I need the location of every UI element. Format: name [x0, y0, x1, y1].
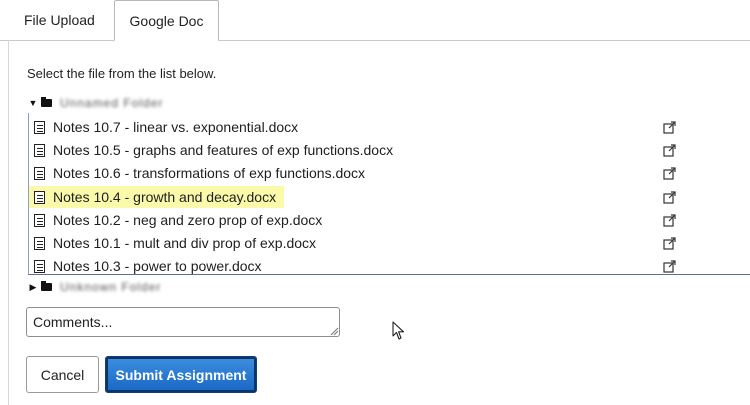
list-item[interactable]: Notes 10.2 - neg and zero prop of exp.do… [34, 209, 322, 231]
tab-bar: File Upload Google Doc [0, 0, 750, 41]
list-item-selected[interactable]: Notes 10.4 - growth and decay.docx [29, 186, 285, 208]
folder-name: Unknown Folder [60, 280, 162, 294]
caret-right-icon[interactable]: ▶ [28, 282, 38, 293]
external-link-icon[interactable] [663, 144, 677, 158]
instruction-text: Select the file from the list below. [27, 66, 217, 81]
document-icon [34, 236, 45, 250]
document-icon [34, 213, 45, 227]
file-name: Notes 10.1 - mult and div prop of exp.do… [53, 235, 317, 251]
caret-down-icon[interactable]: ▼ [28, 98, 38, 108]
document-icon [34, 120, 45, 134]
external-link-icon[interactable] [663, 167, 677, 181]
tab-file-upload[interactable]: File Upload [10, 0, 109, 40]
resize-grip-icon[interactable] [330, 327, 339, 336]
comments-field[interactable] [26, 307, 340, 337]
external-link-icon[interactable] [663, 121, 677, 135]
folder-icon [41, 281, 52, 291]
file-name: Notes 10.6 - transformations of exp func… [53, 165, 366, 181]
list-item[interactable]: Notes 10.3 - power to power.docx [34, 255, 262, 277]
tab-google-doc[interactable]: Google Doc [114, 0, 219, 41]
panel-border [8, 40, 9, 405]
document-icon [34, 259, 45, 273]
document-icon [34, 166, 45, 180]
folder-row-expanded[interactable]: ▼ Unnamed Folder [28, 95, 163, 111]
external-link-icon[interactable] [663, 191, 677, 205]
external-link-icon[interactable] [663, 214, 677, 228]
mouse-cursor-icon [392, 321, 405, 340]
external-link-icon[interactable] [663, 260, 677, 274]
file-name: Notes 10.2 - neg and zero prop of exp.do… [53, 212, 323, 228]
folder-icon [41, 97, 52, 107]
list-item[interactable]: Notes 10.6 - transformations of exp func… [34, 162, 365, 184]
document-icon [34, 143, 45, 157]
file-name: Notes 10.5 - graphs and features of exp … [53, 142, 394, 158]
file-name: Notes 10.4 - growth and decay.docx [53, 189, 277, 205]
submit-assignment-button[interactable]: Submit Assignment [105, 356, 257, 393]
file-name: Notes 10.3 - power to power.docx [53, 258, 262, 274]
external-link-icon[interactable] [663, 237, 677, 251]
file-name: Notes 10.7 - linear vs. exponential.docx [53, 119, 299, 135]
cancel-button[interactable]: Cancel [26, 356, 99, 393]
folder-row-collapsed[interactable]: ▶ Unknown Folder [28, 279, 161, 295]
document-icon [34, 190, 45, 204]
list-item[interactable]: Notes 10.7 - linear vs. exponential.docx [34, 116, 298, 138]
folder-name: Unnamed Folder [60, 96, 164, 110]
list-item[interactable]: Notes 10.1 - mult and div prop of exp.do… [34, 232, 316, 254]
list-item[interactable]: Notes 10.5 - graphs and features of exp … [34, 139, 393, 161]
